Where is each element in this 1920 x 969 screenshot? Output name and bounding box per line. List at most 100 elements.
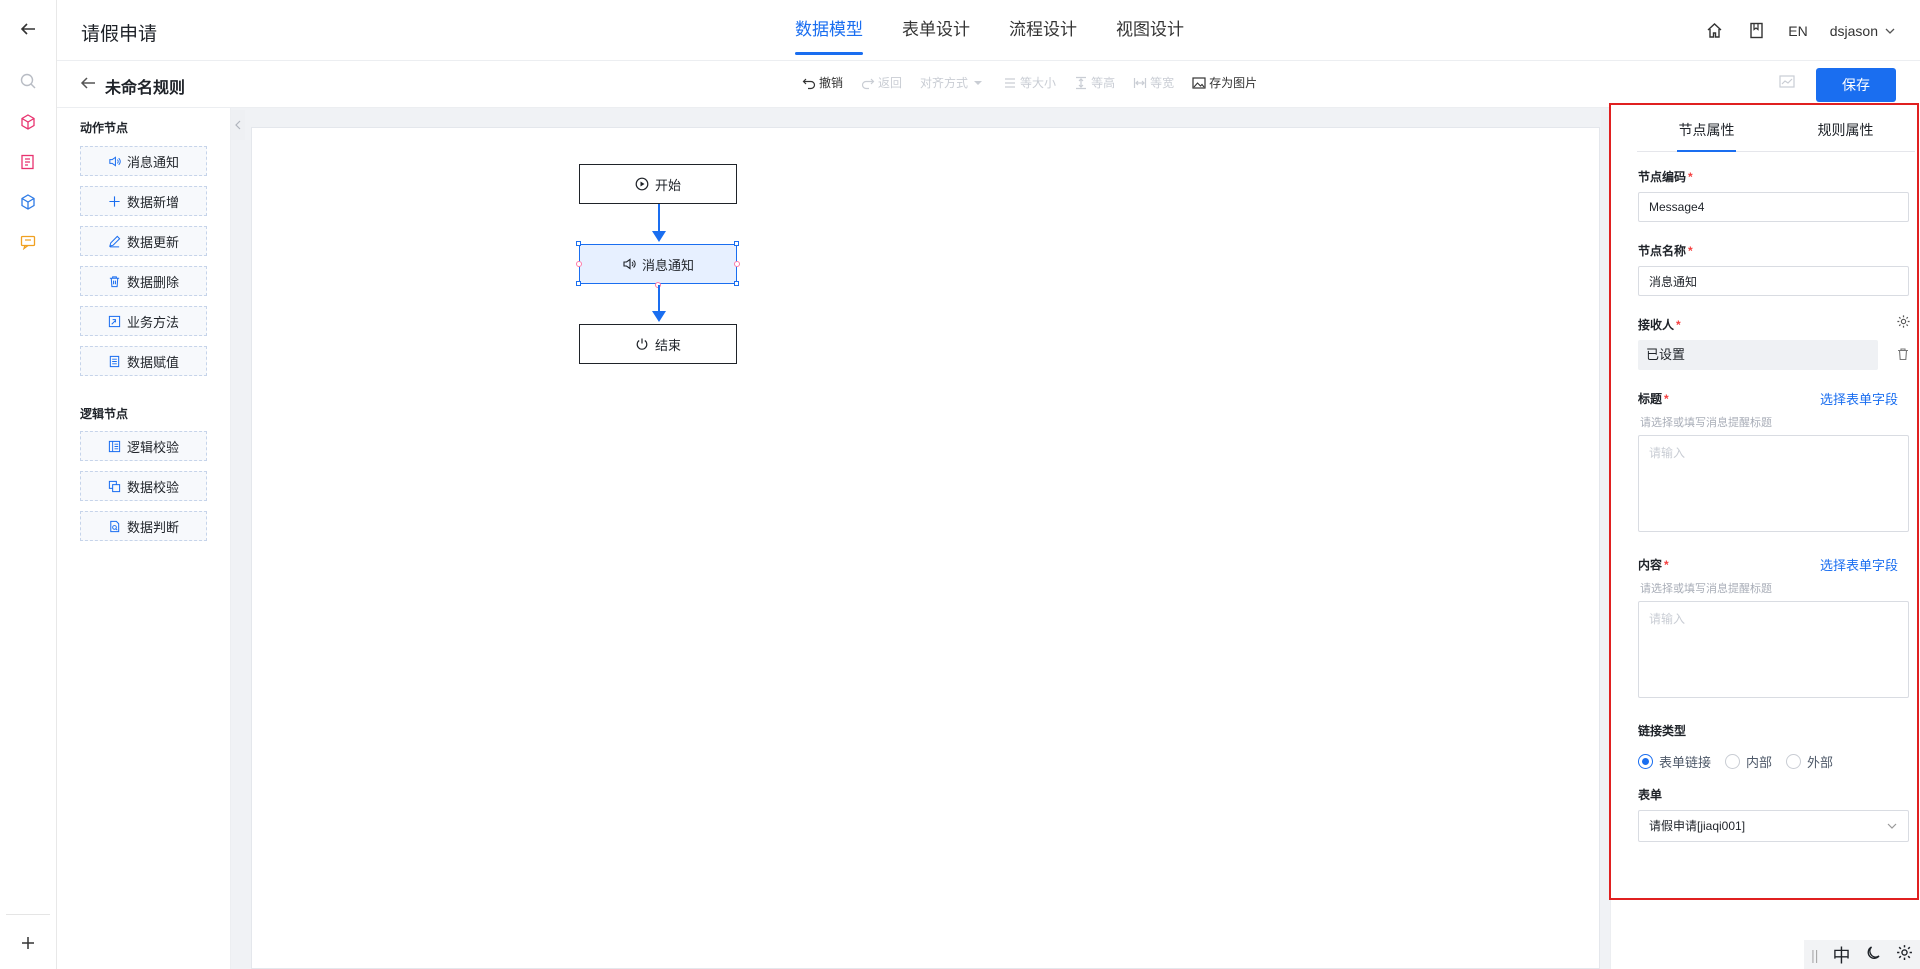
radio-form-link[interactable]: 表单链接 [1638, 752, 1711, 771]
drag-handle[interactable]: || [1811, 947, 1818, 963]
resize-handle[interactable] [734, 281, 739, 286]
cube-icon[interactable] [16, 110, 40, 134]
flow-node-label: 消息通知 [641, 257, 694, 273]
same-size-icon [1005, 77, 1016, 88]
language-switch[interactable]: EN [1788, 23, 1807, 39]
rule-name[interactable]: 未命名规则 [105, 74, 185, 98]
main-tabs: 数据模型 表单设计 流程设计 视图设计 [795, 0, 1223, 61]
same-height-icon [1076, 76, 1087, 89]
collapse-palette-handle[interactable] [231, 110, 245, 140]
flow-node-label: 结束 [654, 337, 681, 353]
flow-edge[interactable] [658, 204, 660, 232]
content-textarea[interactable] [1638, 601, 1909, 698]
chevron-down-icon [1885, 28, 1895, 34]
panel-tabs: 节点属性 规则属性 [1637, 104, 1915, 152]
tab-flow-design[interactable]: 流程设计 [1009, 0, 1077, 61]
user-menu[interactable]: dsjason [1830, 23, 1896, 39]
title-textarea[interactable] [1638, 435, 1909, 532]
add-icon[interactable] [16, 931, 40, 955]
palette-node-logic-check[interactable]: 逻辑校验 [80, 431, 207, 461]
chart-icon[interactable] [1778, 73, 1796, 91]
title-hint: 请选择或填写消息提醒标题 [1640, 417, 1772, 429]
palette-node-assign[interactable]: 数据赋值 [80, 346, 207, 376]
align-dropdown[interactable]: 对齐方式 [920, 74, 985, 91]
node-palette: 动作节点 消息通知 数据新增 数据更新 数据删除 业务方法 数据赋值 逻辑节点 [57, 108, 231, 969]
save-button[interactable]: 保存 [1816, 68, 1896, 102]
flow-edge[interactable] [658, 285, 660, 312]
tab-node-properties[interactable]: 节点属性 [1637, 104, 1776, 152]
anchor-point[interactable] [734, 261, 740, 267]
radio-external[interactable]: 外部 [1786, 752, 1833, 771]
node-name-input[interactable] [1638, 266, 1909, 296]
palette-node-method[interactable]: 业务方法 [80, 306, 207, 336]
palette-node-add[interactable]: 数据新增 [80, 186, 207, 216]
plus-icon [109, 195, 120, 207]
palette-node-label: 数据校验 [126, 479, 179, 495]
resize-handle[interactable] [734, 241, 739, 246]
flow-canvas[interactable] [251, 127, 1600, 969]
radio-label: 表单链接 [1659, 755, 1712, 770]
top-header: 请假申请 数据模型 表单设计 流程设计 视图设计 EN dsjason [57, 0, 1920, 61]
flow-node-start[interactable]: 开始 [579, 164, 737, 204]
save-image-label: 存为图片 [1209, 76, 1258, 90]
ime-lang-toggle[interactable]: 中 [1833, 942, 1851, 968]
content-select-field-link[interactable]: 选择表单字段 [1820, 555, 1898, 574]
box-icon[interactable] [16, 190, 40, 214]
gear-icon[interactable] [1896, 314, 1911, 329]
anchor-point[interactable] [576, 261, 582, 267]
redo-label: 返回 [878, 76, 903, 90]
search-icon[interactable] [16, 69, 40, 93]
flow-arrow [652, 231, 666, 242]
same-width-button[interactable]: 等宽 [1133, 74, 1174, 91]
form-select[interactable]: 请假申请[jiaqi001] [1638, 810, 1909, 842]
trash-icon[interactable] [1896, 347, 1911, 362]
same-height-button[interactable]: 等高 [1074, 74, 1115, 91]
image-icon [1192, 76, 1206, 89]
radio-circle [1786, 754, 1802, 769]
undo-icon [802, 78, 816, 89]
same-size-button[interactable]: 等大小 [1003, 74, 1056, 91]
back-arrow-icon[interactable] [16, 17, 40, 41]
rail-divider [6, 914, 50, 915]
speaker-icon [109, 155, 121, 167]
tab-form-design[interactable]: 表单设计 [902, 0, 970, 61]
flow-node-end[interactable]: 结束 [579, 324, 737, 364]
book-icon[interactable] [1746, 21, 1766, 41]
rule-toolbar: 未命名规则 撤销 返回 对齐方式 等大小 等高 等宽 存为图片 保存 [57, 62, 1920, 108]
undo-button[interactable]: 撤销 [802, 74, 843, 91]
resize-handle[interactable] [576, 241, 581, 246]
properties-panel: 节点属性 规则属性 节点编码* 节点名称* 接收人* 已设置 标题* 选择表单字… [1610, 104, 1920, 969]
moon-icon[interactable] [1865, 944, 1882, 966]
palette-node-update[interactable]: 数据更新 [80, 226, 207, 256]
rule-back-icon[interactable] [79, 74, 97, 92]
redo-icon [861, 78, 875, 89]
palette-node-data-check[interactable]: 数据校验 [80, 471, 207, 501]
edit-tools: 撤销 返回 对齐方式 等大小 等高 等宽 存为图片 [802, 74, 1257, 91]
home-icon[interactable] [1704, 21, 1724, 41]
content-label: 内容 * [1638, 558, 1669, 572]
tab-rule-properties[interactable]: 规则属性 [1776, 104, 1915, 151]
pencil-icon [109, 235, 121, 247]
flow-node-message[interactable]: 消息通知 [579, 244, 737, 284]
receiver-value[interactable]: 已设置 [1638, 340, 1878, 370]
link-type-radio-group: 表单链接 内部 外部 [1638, 752, 1833, 771]
palette-node-judge[interactable]: 数据判断 [80, 511, 207, 541]
save-image-button[interactable]: 存为图片 [1192, 74, 1257, 91]
node-code-input[interactable] [1638, 192, 1909, 222]
action-nodes-title: 动作节点 [80, 121, 129, 135]
chevron-left-icon [235, 120, 241, 130]
palette-node-delete[interactable]: 数据删除 [80, 266, 207, 296]
chat-icon[interactable] [16, 230, 40, 254]
header-actions: EN dsjason [1704, 0, 1896, 61]
resize-handle[interactable] [576, 281, 581, 286]
link-type-label: 链接类型 [1638, 724, 1687, 738]
app-root: 请假申请 数据模型 表单设计 流程设计 视图设计 EN dsjason 未命名规… [0, 0, 1920, 969]
radio-internal[interactable]: 内部 [1725, 752, 1772, 771]
tab-data-model[interactable]: 数据模型 [795, 0, 863, 61]
tab-view-design[interactable]: 视图设计 [1116, 0, 1184, 61]
palette-node-message[interactable]: 消息通知 [80, 146, 207, 176]
title-select-field-link[interactable]: 选择表单字段 [1820, 389, 1898, 408]
form-icon[interactable] [16, 150, 40, 174]
redo-button[interactable]: 返回 [861, 74, 902, 91]
settings-gear-icon[interactable] [1896, 944, 1913, 966]
